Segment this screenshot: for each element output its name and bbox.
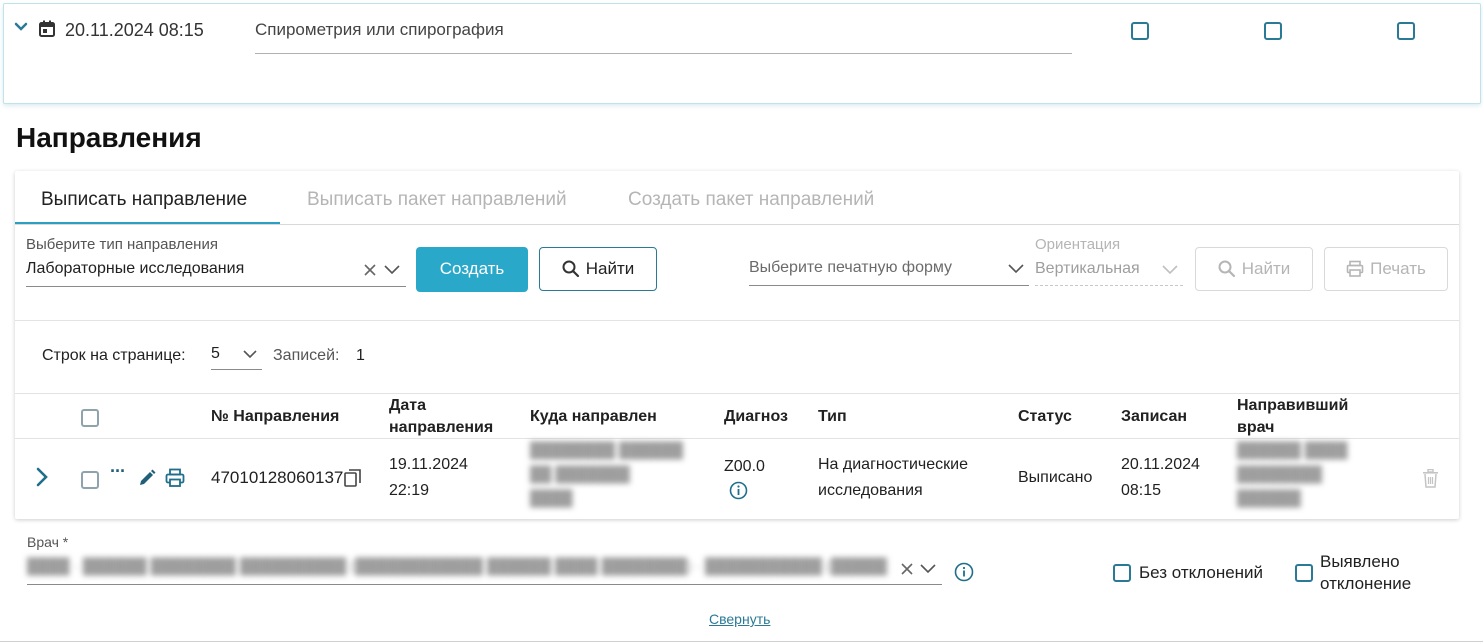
print-button-label: Печать — [1370, 259, 1426, 278]
find-button[interactable]: Найти — [539, 247, 657, 291]
records-label: Записей: — [273, 347, 340, 364]
printer-icon[interactable] — [165, 468, 185, 488]
rows-per-page-select[interactable]: 5 — [211, 341, 220, 367]
chevron-down-icon[interactable] — [1008, 264, 1024, 274]
tabs-divider — [15, 224, 1459, 225]
header-recorded[interactable]: Записан — [1121, 407, 1187, 427]
header-date-line2[interactable]: направления — [389, 418, 493, 438]
destination-redacted: ████████ ██████ ██ ███████ ████ — [530, 442, 683, 507]
doctor-redacted: ██████ ████ ████████ ██████ — [1237, 442, 1348, 507]
bottom-divider — [0, 641, 1483, 642]
print-form-select[interactable]: Выберите печатную форму — [749, 259, 952, 277]
referral-status: Выписано — [1018, 469, 1093, 486]
printer-icon — [1346, 260, 1364, 277]
referral-type-label: Выберите тип направления — [26, 236, 218, 253]
orientation-label: Ориентация — [1035, 236, 1121, 253]
chevron-right-icon[interactable] — [36, 467, 48, 487]
diagnosis-code: Z00.0 — [724, 458, 765, 475]
table-top-divider — [15, 393, 1459, 394]
table-row: ··· 47010128060137 19.11.2024 22:19 ████… — [15, 439, 1459, 519]
referral-number: 47010128060137 — [211, 468, 344, 487]
referral-type-line2: исследования — [818, 482, 923, 499]
find-print-button[interactable]: Найти — [1195, 247, 1313, 291]
referral-date: 19.11.2024 — [389, 456, 468, 473]
chevron-down-icon[interactable] — [384, 265, 400, 275]
edit-pencil-icon[interactable] — [137, 468, 157, 488]
referrals-card: Выписать направление Выписать пакет напр… — [15, 171, 1459, 519]
rows-per-page-label: Строк на странице: — [42, 347, 186, 364]
header-date-line1[interactable]: Дата — [389, 396, 426, 416]
print-form-underline — [749, 285, 1029, 286]
referral-type-line1: На диагностические — [818, 456, 968, 473]
search-icon — [1218, 260, 1235, 278]
trash-icon[interactable] — [1422, 469, 1439, 488]
tab-issue-referral[interactable]: Выписать направление — [41, 189, 247, 211]
chevron-down-icon[interactable] — [14, 22, 28, 32]
service-name: Спирометрия или спирография — [255, 20, 504, 39]
section-title: Направления — [16, 122, 202, 153]
clear-icon[interactable] — [363, 263, 377, 277]
referral-type-select[interactable]: Лабораторные исследования — [26, 260, 244, 278]
service-name-underline — [255, 53, 1072, 54]
collapse-link[interactable]: Свернуть — [709, 611, 770, 627]
recorded-time: 08:15 — [1121, 482, 1162, 499]
select-all-checkbox[interactable] — [81, 409, 99, 427]
header-doctor-line2[interactable]: врач — [1237, 418, 1274, 438]
header-type[interactable]: Тип — [818, 407, 847, 427]
rows-per-page-underline — [211, 369, 262, 370]
service-checkbox-1[interactable] — [1131, 22, 1149, 40]
service-checkbox-2[interactable] — [1264, 22, 1282, 40]
calendar-icon — [39, 20, 55, 37]
chevron-down-icon[interactable] — [1162, 265, 1178, 275]
referral-time: 22:19 — [389, 482, 430, 499]
copy-icon[interactable] — [344, 469, 362, 488]
orientation-select[interactable]: Вертикальная — [1035, 260, 1140, 278]
deviation-found-checkbox[interactable] — [1295, 564, 1313, 582]
top-service-card: 20.11.2024 08:15 Спирометрия или спирогр… — [3, 3, 1481, 104]
row-checkbox[interactable] — [81, 471, 99, 489]
recorded-date: 20.11.2024 — [1121, 456, 1200, 473]
search-icon — [562, 260, 579, 278]
find-print-button-label: Найти — [1241, 259, 1291, 278]
print-button[interactable]: Печать — [1324, 247, 1448, 291]
deviation-found-label-line1: Выявлено — [1320, 552, 1400, 571]
find-button-label: Найти — [585, 259, 635, 278]
doctor-label: Врач * — [27, 534, 69, 550]
service-datetime: 20.11.2024 08:15 — [65, 20, 204, 40]
info-icon[interactable] — [729, 481, 748, 500]
clear-icon[interactable] — [900, 562, 914, 576]
referral-type-underline — [26, 286, 406, 287]
create-button[interactable]: Создать — [416, 247, 528, 292]
form-divider — [15, 320, 1459, 321]
chevron-down-icon[interactable] — [920, 564, 936, 574]
deviation-found-label-line2: отклонение — [1320, 574, 1412, 593]
header-diagnosis[interactable]: Диагноз — [724, 407, 788, 427]
records-count: 1 — [356, 347, 365, 364]
no-deviation-label: Без отклонений — [1139, 563, 1264, 582]
orientation-underline — [1035, 285, 1183, 286]
header-number[interactable]: № Направления — [211, 407, 339, 427]
doctor-select-underline — [27, 584, 942, 585]
header-doctor-line1[interactable]: Направивший — [1237, 396, 1348, 416]
header-where[interactable]: Куда направлен — [530, 407, 657, 427]
service-checkbox-3[interactable] — [1397, 22, 1415, 40]
info-icon[interactable] — [954, 562, 974, 582]
more-actions-icon[interactable]: ··· — [110, 461, 126, 482]
tab-create-referral-package[interactable]: Создать пакет направлений — [628, 189, 874, 211]
doctor-select-redacted[interactable]: ████ · ██████ ████████ ██████████ (█████… — [27, 555, 887, 579]
no-deviation-checkbox[interactable] — [1113, 564, 1131, 582]
tab-issue-referral-package[interactable]: Выписать пакет направлений — [307, 189, 567, 211]
chevron-down-icon[interactable] — [243, 350, 257, 359]
header-status[interactable]: Статус — [1018, 407, 1072, 427]
